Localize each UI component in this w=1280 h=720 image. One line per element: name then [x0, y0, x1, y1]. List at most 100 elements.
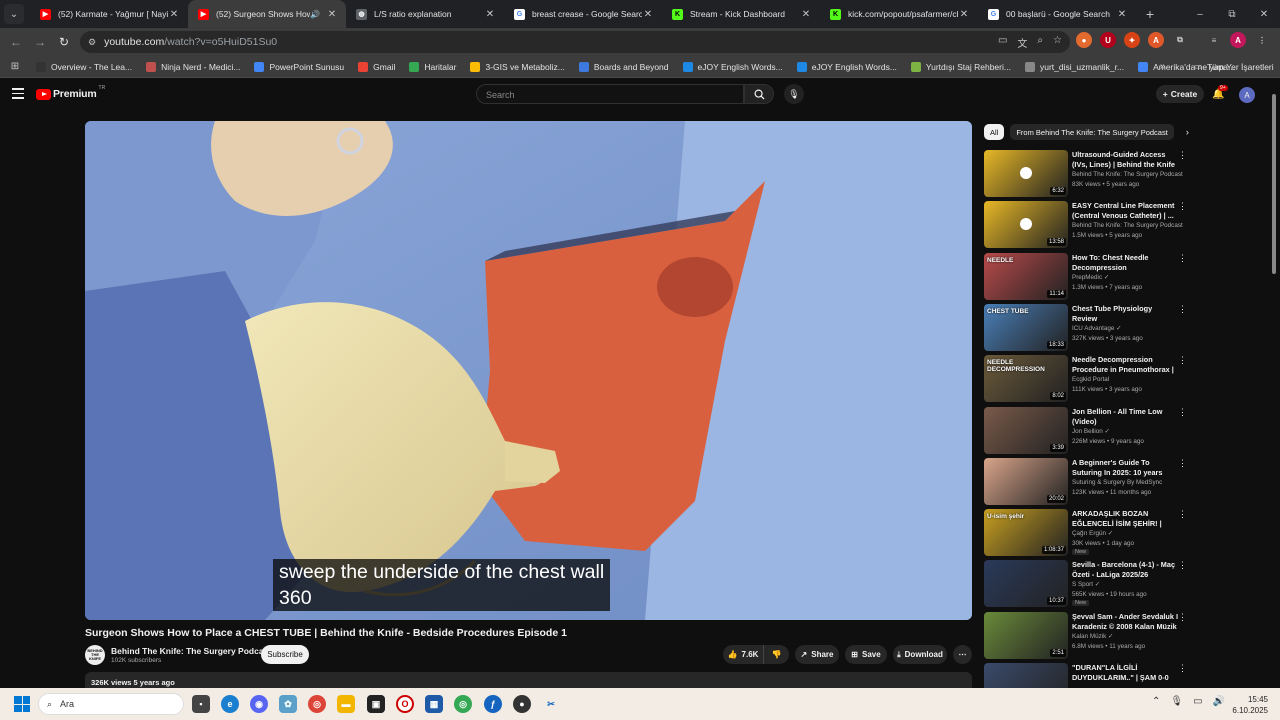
recommended-video[interactable]: 3:39 Jon Bellion - All Time Low (Video) Jo…	[984, 406, 1187, 455]
browser-tab[interactable]: K Stream - Kick Dashboard ✕	[662, 0, 820, 28]
clock[interactable]: 15:45 6.10.2025	[1232, 694, 1268, 716]
close-tab-icon[interactable]: ✕	[958, 9, 970, 20]
reload-button[interactable]: ↻	[52, 35, 76, 49]
channel-avatar[interactable]: BEHIND THE KNIFE	[85, 645, 105, 665]
more-vertical-icon[interactable]: ⋮	[1178, 407, 1187, 418]
zoom-icon[interactable]: ⌕	[1037, 35, 1043, 50]
network-icon[interactable]: ▭	[1193, 696, 1202, 707]
app-blue-icon[interactable]: ƒ	[484, 695, 502, 713]
new-tab-button[interactable]: +	[1140, 6, 1160, 22]
more-vertical-icon[interactable]: ⋮	[1178, 560, 1187, 571]
speaker-icon[interactable]: 🔊	[310, 10, 320, 19]
ublock-icon[interactable]: U	[1100, 32, 1116, 48]
reading-list-icon[interactable]: ≡	[1206, 32, 1222, 48]
recommended-video[interactable]: 20:02 A Beginner's Guide To Suturing In 2…	[984, 457, 1187, 506]
video-thumbnail[interactable]: NEEDLE DECOMPRESSION 8:02	[984, 355, 1068, 403]
video-thumbnail[interactable]: NEEDLE 11:14	[984, 252, 1068, 300]
chip-all[interactable]: All	[984, 124, 1005, 140]
chrome-icon[interactable]: ◎	[308, 695, 326, 713]
taskbar-search[interactable]: ⌕ Ara	[38, 693, 184, 715]
extension-fox-icon[interactable]: ✦	[1124, 32, 1140, 48]
close-tab-icon[interactable]: ✕	[168, 9, 180, 20]
snipping-tool-icon[interactable]: ✂	[542, 695, 560, 713]
windows-start-icon[interactable]	[14, 696, 30, 712]
more-vertical-icon[interactable]: ⋮	[1178, 509, 1187, 520]
browser-tab[interactable]: Kkick.com/popout/psafarmer/ch ✕	[820, 0, 978, 28]
recommended-video[interactable]: U-isim şehir 1:08:37 ARKADAŞLIK BOZAN EĞLE…	[984, 509, 1187, 557]
bookmark-star-icon[interactable]: ☆	[1053, 35, 1062, 50]
youtube-logo[interactable]: Premium TR	[36, 85, 105, 100]
forward-button[interactable]: →	[28, 35, 52, 49]
voice-search-button[interactable]: 🎙	[784, 84, 804, 104]
bookmark-item[interactable]: eJOY English Words...	[796, 61, 897, 72]
channel-name[interactable]: Behind The Knife: The Surgery Podca...	[111, 646, 271, 656]
chrome-profile-icon[interactable]: ◎	[454, 695, 472, 713]
bookmarks-overflow-button[interactable]: »	[1160, 61, 1166, 72]
menu-icon[interactable]	[12, 88, 24, 102]
save-button[interactable]: ⊞ Save	[845, 645, 887, 664]
dislike-button[interactable]: 👎	[763, 645, 789, 664]
download-button[interactable]: ⤓ Download	[893, 645, 947, 664]
close-tab-icon[interactable]: ✕	[1116, 9, 1128, 20]
bookmark-item[interactable]: Overview - The Lea...	[36, 61, 132, 72]
video-thumbnail[interactable]: 10:37	[984, 560, 1068, 608]
more-vertical-icon[interactable]: ⋮	[1178, 201, 1187, 212]
discord-icon[interactable]: ◉	[250, 695, 268, 713]
extensions-puzzle-icon[interactable]: ⧉	[1172, 32, 1188, 48]
bookmark-item[interactable]: PowerPoint Sunusu	[254, 61, 344, 72]
bookmark-item[interactable]: Gmail	[358, 61, 395, 72]
microphone-icon[interactable]: 🎙	[1170, 696, 1183, 707]
edge-icon[interactable]: e	[221, 695, 239, 713]
scrollbar-thumb[interactable]	[1272, 94, 1276, 274]
more-vertical-icon[interactable]: ⋮	[1178, 612, 1187, 623]
task-view-icon[interactable]: ▪	[192, 695, 210, 713]
subscribe-button[interactable]: Subscribe	[261, 645, 309, 664]
more-vertical-icon[interactable]: ⋮	[1178, 253, 1187, 264]
more-vertical-icon[interactable]: ⋮	[1178, 304, 1187, 315]
search-button[interactable]	[744, 84, 774, 104]
recommended-video[interactable]: NEEDLE DECOMPRESSION 8:02 Needle Decompres…	[984, 355, 1187, 403]
video-player[interactable]	[85, 121, 972, 620]
browser-tab[interactable]: ◍ L/S ratio explanation ✕	[346, 0, 504, 28]
video-thumbnail[interactable]: CHEST TUBE 18:33	[984, 303, 1068, 351]
video-thumbnail[interactable]: 2:51	[984, 611, 1068, 659]
more-vertical-icon[interactable]: ⋮	[1178, 150, 1187, 161]
chevron-right-icon[interactable]: ›	[1186, 127, 1189, 137]
profile-avatar[interactable]: A	[1230, 32, 1246, 48]
bookmark-item[interactable]: Boards and Beyond	[578, 61, 669, 72]
notifications-button[interactable]: 🔔 9+	[1212, 85, 1228, 100]
video-thumbnail[interactable]: 13:58	[984, 201, 1068, 249]
close-window-button[interactable]: ✕	[1248, 9, 1280, 20]
back-button[interactable]: ←	[4, 35, 28, 49]
page-scrollbar[interactable]	[1271, 88, 1277, 688]
search-input[interactable]: Search	[476, 84, 744, 104]
bookmark-item[interactable]: eJOY English Words...	[682, 61, 783, 72]
address-bar[interactable]: ⚙ youtube.com/watch?v=o5HuiD51Su0 ▭ 文 ⌕ …	[80, 31, 1070, 53]
recommended-video[interactable]: NEEDLE 11:14 How To: Chest Needle Decompre…	[984, 252, 1187, 301]
terminal-icon[interactable]: ▣	[367, 695, 385, 713]
browser-tab[interactable]: ▶ (52) Karmate - Yağmur [ Nayino ✕	[30, 0, 188, 28]
bookmark-item[interactable]: 3-GIS ve Metaboliz...	[470, 61, 565, 72]
bookmark-item[interactable]: Yurtdışı Staj Rehberi...	[910, 61, 1011, 72]
video-thumbnail[interactable]: 6:32	[984, 150, 1068, 197]
all-bookmarks-button[interactable]: ▭ Tüm Yer İşaretleri	[1194, 61, 1274, 72]
share-button[interactable]: ↗ Share	[795, 645, 839, 664]
chip-from-channel[interactable]: From Behind The Knife: The Surgery Podca…	[1010, 124, 1174, 140]
site-info-icon[interactable]: ⚙	[88, 37, 96, 48]
minimize-button[interactable]: –	[1184, 9, 1216, 20]
tab-search-button[interactable]: ⌄	[4, 4, 24, 24]
volume-icon[interactable]: 🔊	[1213, 696, 1225, 707]
file-explorer-icon[interactable]: ▬	[337, 695, 355, 713]
video-thumbnail[interactable]: 20:02	[984, 457, 1068, 505]
recommended-video[interactable]: 2:51 Şevval Sam - Ander Sevdaluk I Karade…	[984, 611, 1187, 660]
close-tab-icon[interactable]: ✕	[484, 9, 496, 20]
close-tab-icon[interactable]: ✕	[800, 9, 812, 20]
browser-tab[interactable]: G 00 başlarü - Google Search ✕	[978, 0, 1136, 28]
recommended-video[interactable]: 10:37 Sevilla - Barcelona (4-1) - Maç Öze…	[984, 560, 1187, 608]
translate-icon[interactable]: 文	[1017, 35, 1027, 50]
like-button[interactable]: 👍 7.6K	[723, 645, 763, 664]
browser-tab[interactable]: Gbreast crease - Google Search ✕	[504, 0, 662, 28]
browser-tab[interactable]: ▶ (52) Surgeon Shows How to🔊 ✕	[188, 0, 346, 28]
bookmark-item[interactable]: yurt_disi_uzmanlik_r...	[1024, 61, 1124, 72]
more-actions-button[interactable]: ⋯	[953, 645, 972, 664]
